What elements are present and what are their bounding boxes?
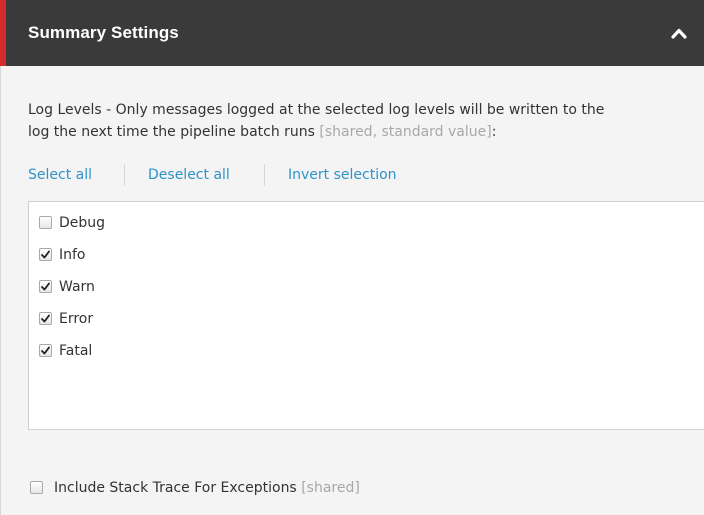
checkmark-icon <box>41 346 50 355</box>
action-separator <box>264 164 265 186</box>
description-line-1: Log Levels - Only messages logged at the… <box>28 102 605 118</box>
action-separator <box>124 164 125 186</box>
log-level-warn-checkbox[interactable] <box>39 280 52 293</box>
checkmark-icon <box>41 250 50 259</box>
checkmark-icon <box>41 314 50 323</box>
include-stack-trace-text: Include Stack Trace For Exceptions <box>54 480 297 496</box>
log-level-debug-checkbox[interactable] <box>39 216 52 229</box>
log-level-debug-label: Debug <box>59 215 106 231</box>
log-level-error-label: Error <box>59 311 94 327</box>
log-level-info-checkbox[interactable] <box>39 248 52 261</box>
include-stack-trace-label: Include Stack Trace For Exceptions [shar… <box>54 477 360 499</box>
log-level-error-checkbox[interactable] <box>39 312 52 325</box>
description-line-2: log the next time the pipeline batch run… <box>28 121 704 143</box>
log-levels-checklist: Debug Info Warn Error Fatal <box>28 201 704 430</box>
log-level-info-label: Info <box>59 247 86 263</box>
deselect-all-link[interactable]: Deselect all <box>148 164 230 186</box>
collapse-button[interactable] <box>664 21 694 45</box>
invert-selection-link[interactable]: Invert selection <box>288 164 397 186</box>
description-meta: [shared, standard value] <box>319 124 492 140</box>
description-suffix: : <box>491 124 497 140</box>
checkmark-icon <box>41 282 50 291</box>
log-level-warn-label: Warn <box>59 279 95 295</box>
log-level-fatal-checkbox[interactable] <box>39 344 52 357</box>
include-stack-trace-meta: [shared] <box>301 480 360 496</box>
select-all-link[interactable]: Select all <box>28 164 92 186</box>
description-line-2-text: log the next time the pipeline batch run… <box>28 124 315 140</box>
chevron-up-icon <box>671 28 687 39</box>
section-header[interactable]: Summary Settings <box>0 0 704 66</box>
section-title: Summary Settings <box>28 23 179 42</box>
include-stack-trace-checkbox[interactable] <box>30 481 43 494</box>
log-level-fatal-label: Fatal <box>59 343 93 359</box>
header-accent-bar <box>0 0 6 66</box>
log-levels-description: Log Levels - Only messages logged at the… <box>28 99 704 143</box>
